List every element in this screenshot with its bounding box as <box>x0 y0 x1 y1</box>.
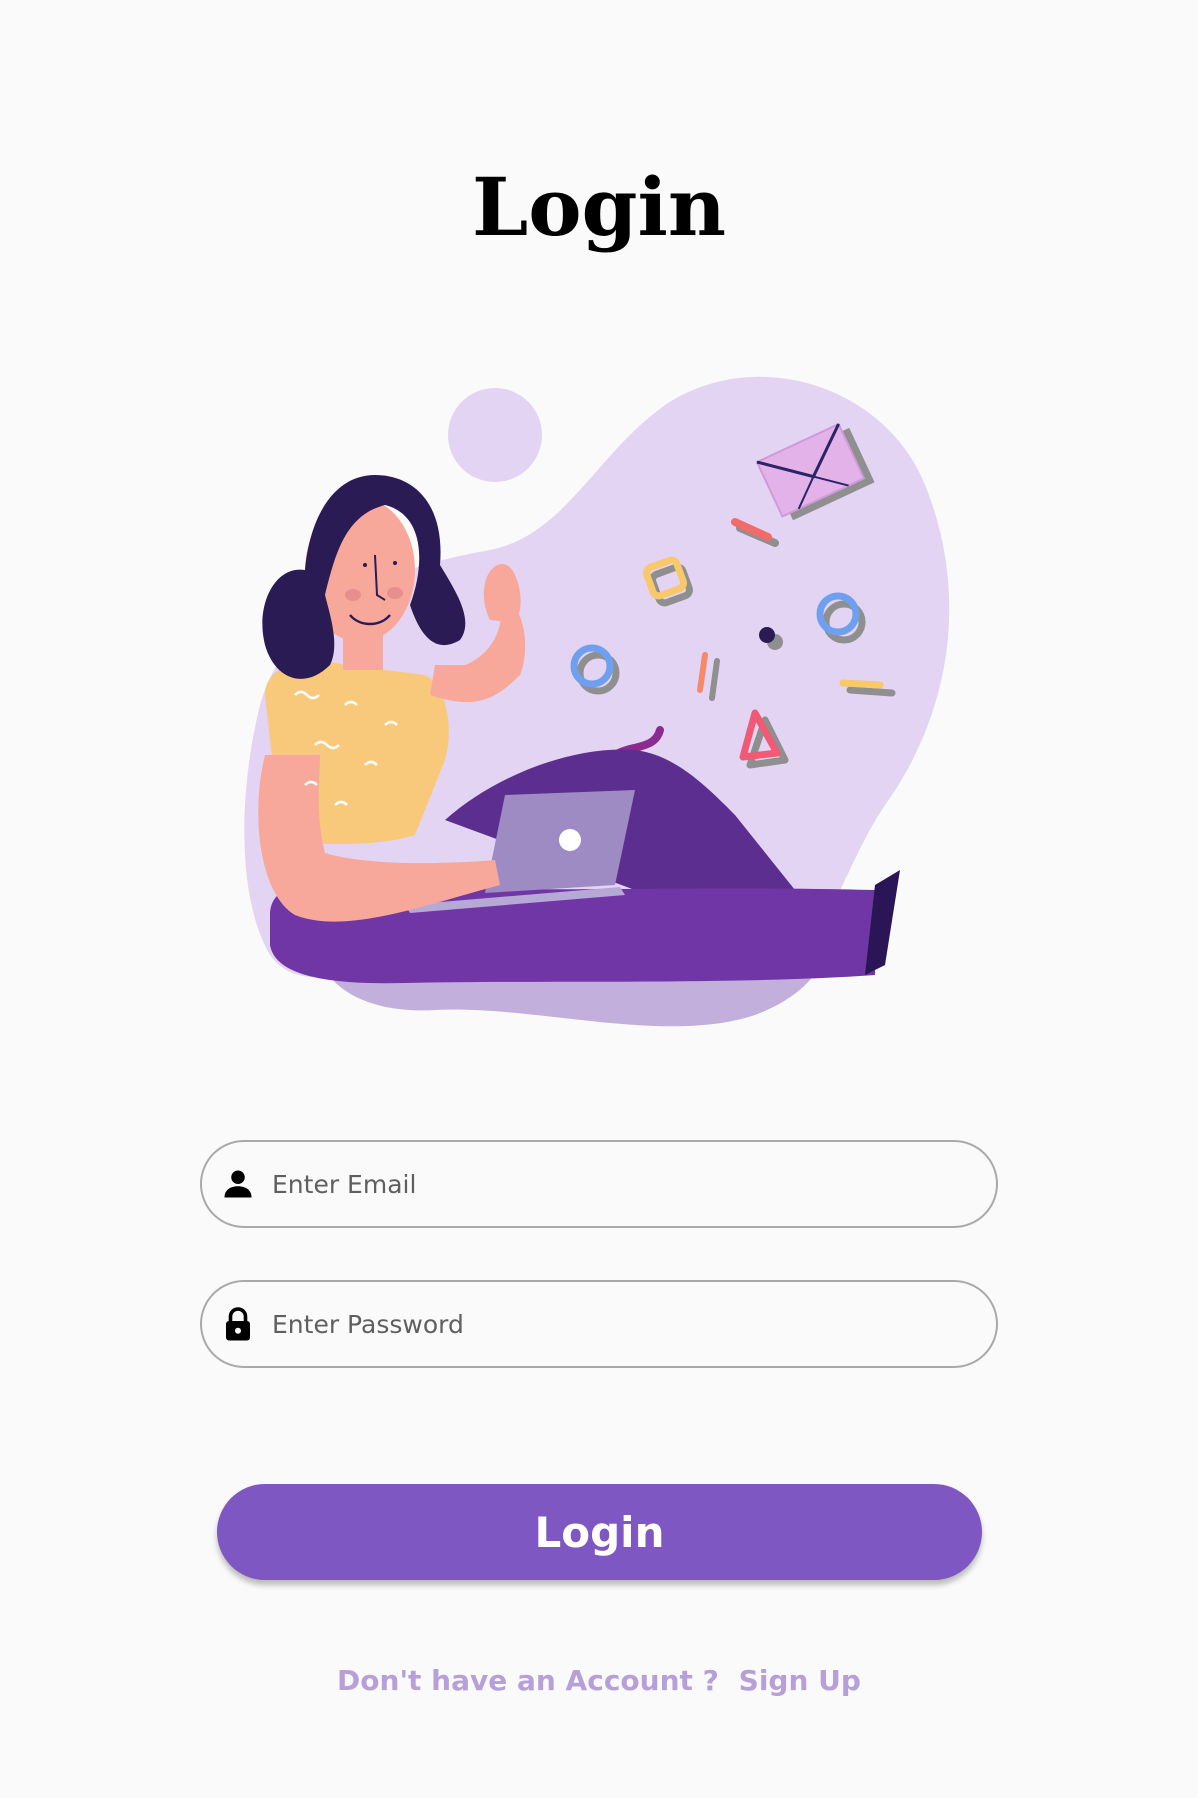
signup-prompt-text: Don't have an Account ? <box>337 1664 719 1697</box>
lock-icon <box>220 1306 256 1342</box>
signup-link[interactable]: Sign Up <box>739 1664 861 1697</box>
login-button[interactable]: Login <box>217 1484 982 1580</box>
page-title: Login <box>471 160 727 254</box>
email-field[interactable] <box>200 1140 998 1228</box>
hero-illustration <box>235 365 965 1045</box>
person-icon <box>220 1166 256 1202</box>
signup-prompt: Don't have an Account ? Sign Up <box>0 1664 1198 1697</box>
password-input[interactable] <box>272 1282 966 1366</box>
email-input[interactable] <box>272 1142 966 1226</box>
password-field[interactable] <box>200 1280 998 1368</box>
